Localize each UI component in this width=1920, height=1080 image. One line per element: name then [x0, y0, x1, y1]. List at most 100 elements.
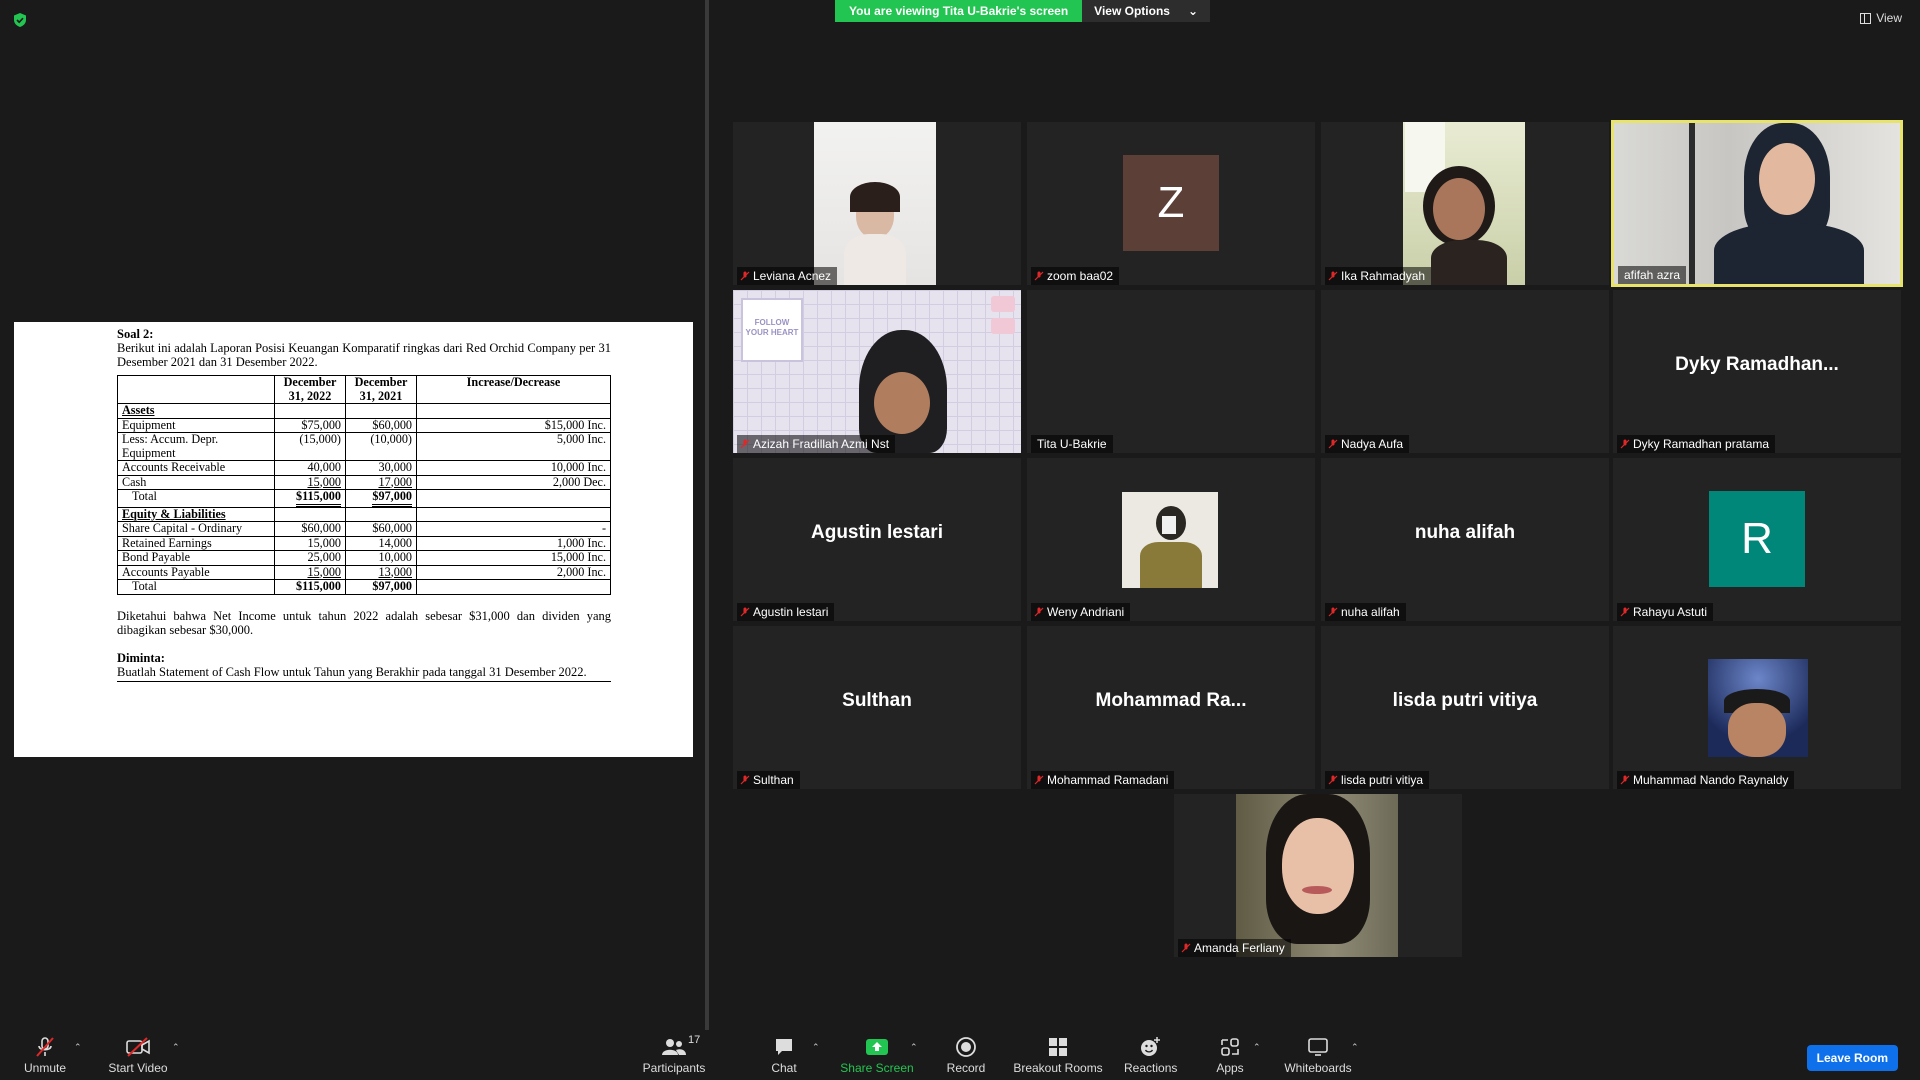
table-header-row: December 31, 2022 December 31, 2021 Incr…	[117, 375, 611, 404]
poster-note: FOLLOW YOUR HEART	[741, 298, 803, 362]
mic-muted-icon	[740, 775, 750, 785]
table-row: Accounts Receivable 40,000 30,000 10,000…	[117, 460, 611, 476]
participant-name: Dyky Ramadhan pratama	[1617, 435, 1776, 453]
chat-options-caret[interactable]: ⌃	[812, 1042, 820, 1053]
table-row: Cash 15,000 17,000 2,000 Dec.	[117, 474, 611, 490]
view-label: View	[1876, 11, 1902, 25]
whiteboards-options-caret[interactable]: ⌃	[1351, 1042, 1359, 1053]
participant-name: Ika Rahmadyah	[1325, 267, 1432, 285]
participant-tile[interactable]: Ika Rahmadyah	[1321, 122, 1609, 285]
participant-tile[interactable]: Agustin lestari Agustin lestari	[733, 458, 1021, 621]
participant-tile[interactable]: Sulthan Sulthan	[733, 626, 1021, 789]
participant-name: Amanda Ferliany	[1178, 939, 1291, 957]
participant-tile[interactable]: Weny Andriani	[1027, 458, 1315, 621]
mic-muted-icon	[1328, 607, 1338, 617]
whiteboard-icon	[1308, 1038, 1328, 1056]
participant-tile[interactable]: FOLLOW YOUR HEART Azizah Fradillah Azmi …	[733, 290, 1021, 453]
participant-tile[interactable]: Dyky Ramadhan... Dyky Ramadhan pratama	[1613, 290, 1901, 453]
chat-icon	[776, 1039, 792, 1055]
document-rule	[117, 680, 611, 682]
participant-name: Mohammad Ramadani	[1031, 771, 1175, 789]
table-total-row: Total $115,000 $97,000	[117, 489, 611, 508]
leave-room-button[interactable]: Leave Room	[1806, 1045, 1898, 1071]
mic-muted-icon	[740, 439, 750, 449]
participant-tile[interactable]: Amanda Ferliany	[1174, 794, 1462, 957]
breakout-rooms-button[interactable]: Breakout Rooms	[1012, 1036, 1104, 1075]
mic-muted-icon	[1620, 439, 1630, 449]
participant-display-name: nuha alifah	[1414, 522, 1516, 543]
view-options-button[interactable]: View Options ⌄	[1082, 0, 1211, 22]
shared-screen-document: Soal 2: Berikut ini adalah Laporan Posis…	[14, 322, 693, 757]
mic-muted-icon	[36, 1037, 54, 1057]
chevron-down-icon: ⌄	[1187, 4, 1199, 18]
split-divider[interactable]	[705, 0, 709, 1030]
participant-name: Rahayu Astuti	[1617, 603, 1714, 621]
chat-button[interactable]: Chat	[760, 1036, 808, 1075]
share-options-caret[interactable]: ⌃	[910, 1042, 918, 1053]
participant-video	[1236, 794, 1398, 957]
participant-name: Leviana Acnez	[737, 267, 838, 285]
participant-display-name: lisda putri vitiya	[1392, 690, 1538, 711]
participant-tile[interactable]: Mohammad Ra... Mohammad Ramadani	[1027, 626, 1315, 789]
whiteboards-button[interactable]: Whiteboards	[1282, 1036, 1354, 1075]
participant-display-name: Dyky Ramadhan...	[1675, 354, 1839, 375]
apps-icon	[1221, 1038, 1239, 1056]
mic-muted-icon	[1034, 607, 1044, 617]
table-row: Accounts Payable 15,000 13,000 2,000 Inc…	[117, 564, 611, 580]
diminta-text: Buatlah Statement of Cash Flow untuk Tah…	[117, 664, 587, 679]
question-title: Soal 2:	[117, 327, 154, 341]
meeting-toolbar: Unmute ⌃ Start Video ⌃ 17 Participants C…	[0, 1030, 1920, 1080]
mic-muted-icon	[1328, 439, 1338, 449]
participant-tile[interactable]: Nadya Aufa	[1321, 290, 1609, 453]
start-video-button[interactable]: Start Video	[104, 1036, 172, 1075]
view-options-label: View Options	[1094, 4, 1170, 18]
participants-count: 17	[688, 1034, 701, 1046]
participant-profile-photo	[1708, 659, 1808, 757]
participant-tile[interactable]: Z zoom baa02	[1027, 122, 1315, 285]
table-row: Equipment $75,000 $60,000 $15,000 Inc.	[117, 417, 611, 433]
participant-name: nuha alifah	[1325, 603, 1406, 621]
reactions-button[interactable]: Reactions	[1124, 1036, 1177, 1075]
participant-name: Muhammad Nando Raynaldy	[1617, 771, 1795, 789]
section-heading: Equity & Liabilities	[117, 506, 275, 522]
participant-tile[interactable]: lisda putri vitiya lisda putri vitiya	[1321, 626, 1609, 789]
apps-button[interactable]: Apps	[1210, 1036, 1250, 1075]
mic-muted-icon	[740, 271, 750, 281]
participant-video	[814, 122, 936, 285]
encryption-shield-icon[interactable]	[12, 12, 28, 28]
mic-muted-icon	[1034, 271, 1044, 281]
participant-display-name: Agustin lestari	[811, 522, 943, 543]
mic-muted-icon	[1034, 775, 1044, 785]
screen-share-banner: You are viewing Tita U-Bakrie's screen V…	[835, 0, 1211, 22]
mic-muted-icon	[1181, 943, 1191, 953]
col-header: December 31, 2021	[345, 375, 417, 404]
participant-name: afifah azra	[1618, 266, 1687, 284]
participant-tile[interactable]: Leviana Acnez	[733, 122, 1021, 285]
section-heading: Assets	[117, 403, 275, 419]
participant-tile[interactable]: Tita U-Bakrie	[1027, 290, 1315, 453]
participant-tile[interactable]: Muhammad Nando Raynaldy	[1613, 626, 1901, 789]
participant-tile[interactable]: nuha alifah nuha alifah	[1321, 458, 1609, 621]
video-options-caret[interactable]: ⌃	[172, 1042, 180, 1053]
participant-tile-active-speaker[interactable]: afifah azra	[1611, 120, 1903, 287]
mic-muted-icon	[1328, 775, 1338, 785]
col-header: Increase/Decrease	[416, 375, 611, 404]
record-button[interactable]: Record	[942, 1036, 990, 1075]
balance-sheet-table: December 31, 2022 December 31, 2021 Incr…	[117, 375, 611, 595]
mic-muted-icon	[1620, 607, 1630, 617]
share-screen-button[interactable]: Share Screen	[840, 1036, 914, 1075]
participant-tile[interactable]: R Rahayu Astuti	[1613, 458, 1901, 621]
audio-options-caret[interactable]: ⌃	[74, 1042, 82, 1053]
participant-name: Tita U-Bakrie	[1031, 435, 1113, 453]
unmute-button[interactable]: Unmute	[20, 1036, 70, 1075]
participants-icon	[662, 1039, 686, 1055]
share-screen-icon	[866, 1039, 888, 1055]
video-off-icon	[126, 1037, 150, 1057]
participant-name: Nadya Aufa	[1325, 435, 1410, 453]
apps-options-caret[interactable]: ⌃	[1253, 1042, 1261, 1053]
table-row: Share Capital - Ordinary $60,000 $60,000…	[117, 521, 611, 537]
participants-button[interactable]: 17 Participants	[640, 1034, 708, 1075]
participant-display-name: Sulthan	[842, 690, 912, 711]
record-icon	[956, 1037, 976, 1057]
view-button[interactable]: View	[1860, 11, 1902, 25]
